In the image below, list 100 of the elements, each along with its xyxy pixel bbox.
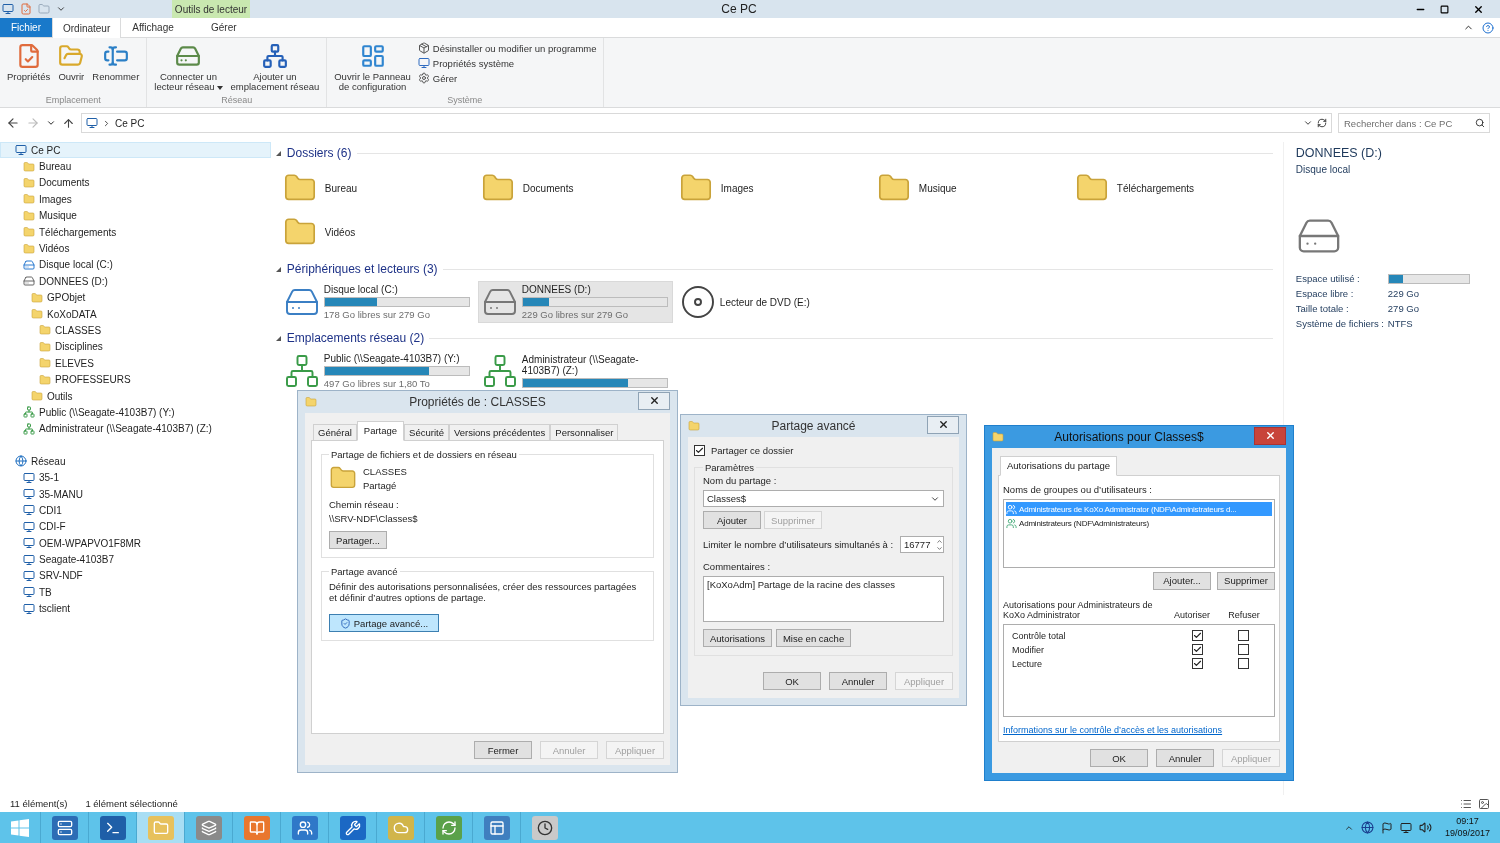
close-button[interactable]: [1254, 426, 1286, 445]
tree-item[interactable]: Bureau: [0, 158, 271, 175]
address-field[interactable]: Ce PC: [81, 113, 1332, 133]
tree-item[interactable]: Public (\\Seagate-4103B7) (Y:): [0, 404, 271, 421]
document-check-icon[interactable]: [20, 3, 32, 15]
ribbon-button[interactable]: Ouvrir: [55, 41, 88, 85]
drive-tile[interactable]: Disque local (C:) 178 Go libres sur 279 Go: [279, 281, 475, 323]
tree-item[interactable]: OEM-WPAPVO1F8MR: [0, 535, 271, 552]
tree-item[interactable]: Outils: [0, 387, 271, 405]
folder-item[interactable]: Documents: [480, 166, 679, 210]
tree-item[interactable]: Musique: [0, 207, 271, 224]
tree-item[interactable]: Seagate-4103B7: [0, 551, 271, 568]
section-title[interactable]: Emplacements réseau (2): [286, 331, 425, 345]
tree-item[interactable]: CLASSES: [0, 322, 271, 339]
clock[interactable]: 09:17 19/09/2017: [1438, 816, 1496, 839]
allow-checkbox[interactable]: [1191, 630, 1203, 642]
dialog-button[interactable]: OK: [1090, 749, 1148, 767]
dialog-tab[interactable]: Versions précédentes: [448, 424, 551, 441]
ribbon-button[interactable]: Propriétés: [4, 41, 54, 85]
tree-item[interactable]: CDI1: [0, 502, 271, 519]
ribbon-button[interactable]: Propriétés système: [415, 56, 599, 70]
tree-item[interactable]: Téléchargements: [0, 223, 271, 241]
close-button[interactable]: [638, 391, 670, 410]
dialog-button[interactable]: Annuler: [829, 672, 887, 690]
taskbar-app[interactable]: [136, 812, 184, 843]
tree-item[interactable]: TB: [0, 584, 271, 601]
collapse-arrow-icon[interactable]: [274, 149, 282, 157]
recent-locations-button[interactable]: [46, 118, 56, 128]
deny-checkbox[interactable]: [1237, 644, 1249, 656]
drive-tile[interactable]: Lecteur de DVD (E:): [675, 281, 871, 323]
ribbon-button[interactable]: Ouvrir le Panneau de configuration: [331, 41, 414, 95]
collapse-arrow-icon[interactable]: [274, 265, 282, 273]
history-dropdown-icon[interactable]: [1303, 118, 1313, 128]
dialog-button[interactable]: Ajouter: [703, 511, 761, 529]
monitor-icon[interactable]: [1399, 821, 1412, 834]
share-checkbox[interactable]: [694, 445, 705, 456]
comments-field[interactable]: [KoXoAdm] Partage de la racine des classes: [703, 576, 944, 622]
tree-item[interactable]: KoXoDATA: [0, 305, 271, 323]
dialog-tab[interactable]: Autorisations du partage: [1000, 456, 1117, 476]
ribbon-button[interactable]: Désinstaller ou modifier un programme: [415, 41, 599, 55]
dialog-button[interactable]: Ajouter...: [1153, 571, 1211, 590]
folder-item[interactable]: Images: [678, 166, 877, 210]
user-limit-spinner[interactable]: 16777: [900, 536, 944, 553]
back-button[interactable]: [6, 116, 20, 130]
help-link[interactable]: Informations sur le contrôle d’accès et les autorisations: [1003, 725, 1223, 735]
ribbon-tab[interactable]: Fichier: [0, 18, 52, 37]
dialog-tab[interactable]: Partage: [356, 421, 405, 441]
drive-tile[interactable]: DONNEES (D:) 229 Go libres sur 279 Go: [477, 281, 673, 323]
dialog-tab[interactable]: Général: [313, 424, 357, 441]
dialog-button[interactable]: Mise en cache: [775, 629, 852, 647]
large-icons-view-icon[interactable]: [1478, 797, 1490, 810]
ribbon-button[interactable]: Connecter un lecteur réseau: [151, 41, 226, 95]
tree-item[interactable]: Images: [0, 191, 271, 208]
section-title[interactable]: Dossiers (6): [286, 146, 352, 160]
share-name-select[interactable]: Classes$: [703, 490, 944, 507]
dialog-button[interactable]: Fermer: [474, 741, 532, 759]
deny-checkbox[interactable]: [1237, 658, 1249, 670]
section-title[interactable]: Périphériques et lecteurs (3): [286, 262, 438, 276]
up-button[interactable]: [62, 116, 75, 130]
dialog-tab[interactable]: Sécurité: [404, 424, 449, 441]
flag-icon[interactable]: [1380, 821, 1393, 834]
tree-item[interactable]: PROFESSEURS: [0, 371, 271, 388]
dialog-button[interactable]: Annuler: [1156, 749, 1214, 767]
tree-item[interactable]: 35-MANU: [0, 485, 271, 503]
drive-tile[interactable]: Administrateur (\\Seagate-4103B7) (Z:): [477, 350, 673, 392]
tree-item[interactable]: GPObjet: [0, 289, 271, 306]
help-icon[interactable]: [1482, 21, 1494, 34]
tree-item[interactable]: Administrateur (\\Seagate-4103B7) (Z:): [0, 420, 271, 438]
breadcrumb[interactable]: Ce PC: [115, 117, 145, 129]
tree-item[interactable]: 35-1: [0, 469, 271, 486]
close-button[interactable]: [927, 415, 959, 434]
deny-checkbox[interactable]: [1237, 630, 1249, 642]
search-icon[interactable]: [1475, 118, 1485, 128]
advanced-sharing-button[interactable]: Partage avancé...: [329, 614, 439, 632]
volume-icon[interactable]: [1418, 821, 1432, 834]
dialog-tab[interactable]: Personnaliser: [550, 424, 619, 441]
allow-checkbox[interactable]: [1191, 658, 1203, 670]
collapse-arrow-icon[interactable]: [274, 334, 282, 342]
folder-item[interactable]: Vidéos: [282, 210, 481, 254]
dialog-button[interactable]: Autorisations: [703, 629, 772, 647]
tree-item[interactable]: Vidéos: [0, 240, 271, 257]
drive-tile[interactable]: Public (\\Seagate-4103B7) (Y:) 497 Go libres sur 1,80 To: [279, 350, 475, 392]
allow-checkbox[interactable]: [1191, 644, 1203, 656]
tree-item[interactable]: tsclient: [0, 600, 271, 617]
tree-item[interactable]: Disciplines: [0, 338, 271, 356]
globe-icon[interactable]: [1360, 821, 1374, 834]
share-button[interactable]: Partager...: [329, 531, 387, 549]
ribbon-button[interactable]: Renommer: [89, 41, 143, 85]
folder-item[interactable]: Musique: [876, 166, 1075, 210]
folder-item[interactable]: Bureau: [282, 166, 481, 210]
search-field[interactable]: Rechercher dans : Ce PC: [1338, 113, 1490, 133]
tree-item[interactable]: ELEVES: [0, 355, 271, 372]
tree-item[interactable]: Ce PC: [0, 142, 271, 159]
breadcrumb-separator-icon[interactable]: [102, 118, 111, 128]
tree-item[interactable]: DONNEES (D:): [0, 273, 271, 290]
user-list-item[interactable]: Administrateurs (NDF\Administrateurs): [1006, 516, 1272, 530]
refresh-icon[interactable]: [1317, 118, 1327, 128]
ribbon-tab[interactable]: Ordinateur: [52, 18, 122, 38]
customize-dropdown-icon[interactable]: [56, 4, 66, 14]
tree-item[interactable]: Documents: [0, 174, 271, 192]
